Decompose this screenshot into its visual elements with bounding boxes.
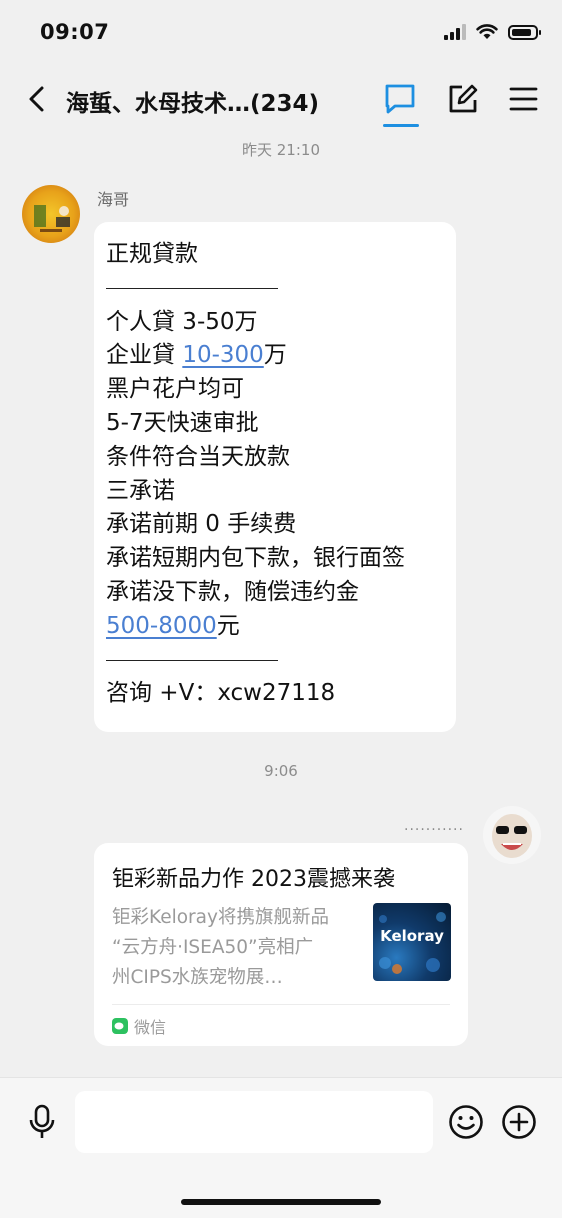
card-description-line: 钜彩Keloray将携旗舰新品 (112, 907, 329, 928)
card-divider (112, 1004, 450, 1005)
microphone-icon[interactable] (26, 1104, 58, 1140)
status-bar: 09:07 (0, 0, 562, 68)
status-time: 09:07 (40, 20, 110, 44)
timestamp: 9:06 (264, 762, 298, 780)
message-line: 黑户花户均可 (106, 376, 244, 403)
source-label: 微信 (134, 1018, 167, 1037)
message-line: 500-8000元 (106, 610, 405, 644)
card-title: 钜彩新品力作 2023震撼来袭 (112, 867, 395, 892)
sender-name: 海哥 (97, 190, 130, 209)
active-tab-indicator (383, 124, 419, 127)
card-source: 微信 (112, 1014, 166, 1038)
battery-level (512, 28, 531, 36)
separator (106, 272, 405, 306)
message-text-segment: 元 (216, 612, 240, 639)
separator (106, 644, 405, 678)
card-description: 钜彩Keloray将携旗舰新品 “云方舟·ISEA50”亮相广 州CIPS水族宠… (112, 903, 360, 993)
timestamp: 昨天 21:10 (242, 141, 320, 159)
message-line: 条件符合当天放款 (106, 443, 290, 470)
home-indicator[interactable] (181, 1199, 381, 1205)
card-thumbnail: Keloray (373, 903, 451, 981)
my-avatar[interactable] (483, 806, 541, 864)
message-line: 三承诺 (106, 477, 175, 504)
emoji-icon[interactable] (448, 1104, 484, 1140)
message-line: 承诺没下款，随偿违约金 (106, 578, 359, 605)
message-line: 5-7天快速审批 (106, 409, 259, 436)
message-line: 个人貸 3-50万 (106, 308, 258, 335)
add-icon[interactable] (501, 1104, 537, 1140)
message-text-segment: 企业貸 (106, 342, 183, 369)
card-description-line: 州CIPS水族宠物展… (112, 967, 283, 988)
message-input[interactable] (75, 1091, 433, 1153)
card-description-line: “云方舟·ISEA50”亮相广 (112, 937, 314, 958)
wifi-icon (476, 24, 498, 39)
shared-article-card[interactable]: 钜彩新品力作 2023震撼来袭 钜彩Keloray将携旗舰新品 “云方舟·ISE… (94, 843, 468, 1046)
nav-bar: 海蜇、水母技术…(234) (0, 68, 562, 130)
thumbnail-logo-text: Keloray (380, 927, 444, 945)
separator-line (106, 659, 278, 661)
number-link[interactable]: 500-8000 (106, 613, 217, 639)
edit-icon[interactable] (446, 82, 480, 116)
sender-name-placeholder: ........... (404, 818, 464, 834)
menu-icon[interactable] (506, 82, 540, 116)
avatar-image (34, 205, 70, 232)
separator-line (106, 287, 278, 289)
chat-title: 海蜇、水母技术…(234) (66, 91, 320, 117)
message-text-segment: 万 (263, 342, 287, 369)
avatar[interactable] (22, 185, 80, 243)
battery-icon (508, 24, 541, 40)
message-line: 正规貸款 (106, 241, 198, 267)
input-bar (0, 1077, 562, 1218)
back-icon[interactable] (22, 84, 52, 114)
message-line: 咨询 +V：xcw27118 (106, 680, 336, 707)
wechat-icon (112, 1018, 128, 1034)
message-line: 企业貸 10-300万 (106, 339, 405, 373)
signal-icon (444, 24, 466, 40)
message-line: 承诺短期内包下款，银行面签 (106, 545, 405, 572)
message-line: 承诺前期 0 手续费 (106, 511, 297, 538)
status-icons (444, 24, 541, 40)
message-text: 正规貸款 个人貸 3-50万 企业貸 10-300万 黑户花户均可 5-7天快速… (106, 238, 405, 711)
avatar-image (492, 814, 532, 858)
chat-bubble-icon[interactable] (383, 82, 417, 116)
number-link[interactable]: 10-300 (182, 342, 263, 368)
